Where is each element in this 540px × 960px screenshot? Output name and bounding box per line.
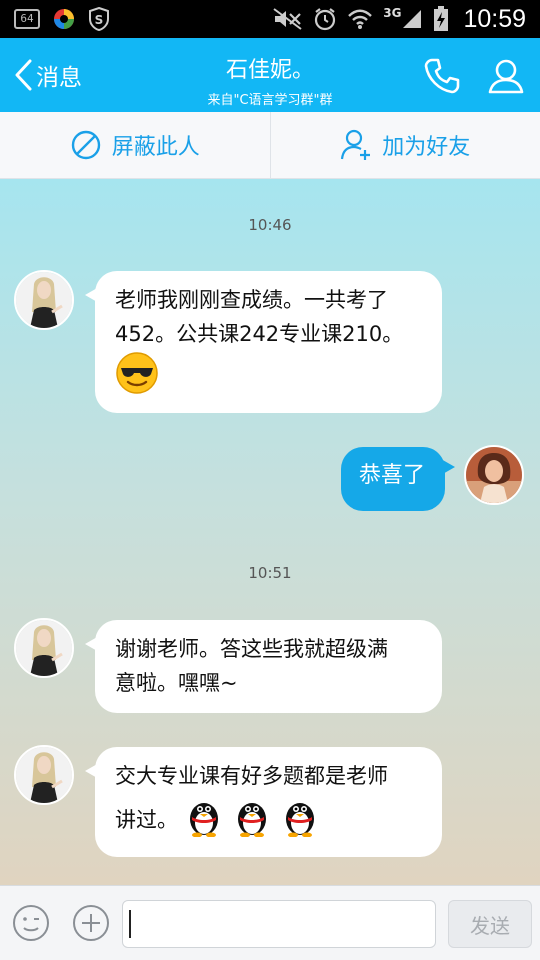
chevron-left-icon <box>15 59 32 91</box>
battery-charging-icon <box>433 6 449 32</box>
message-input[interactable] <box>122 900 436 948</box>
message-text: 意啦。嘿嘿~ <box>115 671 238 695</box>
status-time: 10:59 <box>463 4 526 33</box>
message-bubble[interactable]: 交大专业课有好多题都是老师 讲过。 <box>85 747 442 857</box>
message-text: 恭喜了 <box>359 463 426 488</box>
my-avatar[interactable] <box>464 445 524 505</box>
message-text: 讲过。 <box>115 808 178 832</box>
signal-icon: 3G <box>383 6 423 30</box>
wifi-icon <box>347 8 373 30</box>
add-friend-button[interactable]: 加为好友 <box>271 112 540 178</box>
message-timestamp: 10:51 <box>248 564 292 582</box>
mute-icon <box>273 8 303 30</box>
message-text: 老师我刚刚查成绩。一共考了 <box>115 288 388 312</box>
input-bar: 发送 <box>0 885 540 960</box>
profile-button[interactable] <box>486 56 526 96</box>
page-subtitle: 来自"C语言学习群"群 <box>207 93 333 108</box>
send-button[interactable]: 发送 <box>448 900 532 948</box>
message-timestamp: 10:46 <box>248 216 292 234</box>
action-bar: 屏蔽此人 加为好友 <box>0 112 540 179</box>
add-person-icon <box>341 129 371 160</box>
message-text: 谢谢老师。答这些我就超级满 <box>115 637 388 661</box>
sender-avatar[interactable] <box>14 618 74 678</box>
more-button[interactable] <box>72 904 110 942</box>
svg-text:S: S <box>95 13 104 27</box>
chat-header: 消息 石佳妮。 来自"C语言学习群"群 <box>0 38 540 112</box>
block-user-button[interactable]: 屏蔽此人 <box>0 112 270 178</box>
title-block: 石佳妮。 来自"C语言学习群"群 <box>140 52 400 108</box>
penguin-icon <box>278 793 322 847</box>
alarm-icon <box>313 7 337 31</box>
network-type: 3G <box>383 6 402 20</box>
message-line: 讲过。 <box>115 793 422 847</box>
back-label: 消息 <box>36 65 82 91</box>
page-title: 石佳妮。 <box>225 58 314 83</box>
message-text: 交大专业课有好多题都是老师 <box>115 764 388 788</box>
message-bubble[interactable]: 老师我刚刚查成绩。一共考了 452。公共课242专业课210。 <box>85 271 442 413</box>
text-caret <box>129 910 131 938</box>
block-icon <box>71 130 100 160</box>
sender-avatar[interactable] <box>14 270 74 330</box>
penguin-icon <box>230 793 274 847</box>
sunglasses-smiley-icon <box>115 351 159 405</box>
back-button[interactable]: 消息 <box>12 58 82 92</box>
message-text: 452。公共课242专业课210。 <box>115 322 404 346</box>
sender-avatar[interactable] <box>14 745 74 805</box>
shield-s-icon: S <box>88 7 110 31</box>
person-icon <box>488 59 524 94</box>
block-user-label: 屏蔽此人 <box>111 135 200 160</box>
emoji-button[interactable] <box>12 904 50 942</box>
message-bubble[interactable]: 谢谢老师。答这些我就超级满 意啦。嘿嘿~ <box>85 620 442 713</box>
penguin-icon <box>182 793 226 847</box>
plus-icon <box>73 905 109 941</box>
add-friend-label: 加为好友 <box>382 135 471 160</box>
notification-64-badge: 64 <box>14 9 40 29</box>
smiley-icon <box>13 905 49 941</box>
phone-icon <box>424 58 460 94</box>
app-ring-icon <box>52 7 76 31</box>
chat-area[interactable]: 10:46 老师我刚刚查成绩。一共考了 452。公共课242专业课210。 恭喜… <box>0 179 540 885</box>
status-bar: 64 S 3G 10:59 <box>0 0 540 38</box>
my-message-bubble[interactable]: 恭喜了 <box>341 447 455 511</box>
call-button[interactable] <box>422 56 462 96</box>
